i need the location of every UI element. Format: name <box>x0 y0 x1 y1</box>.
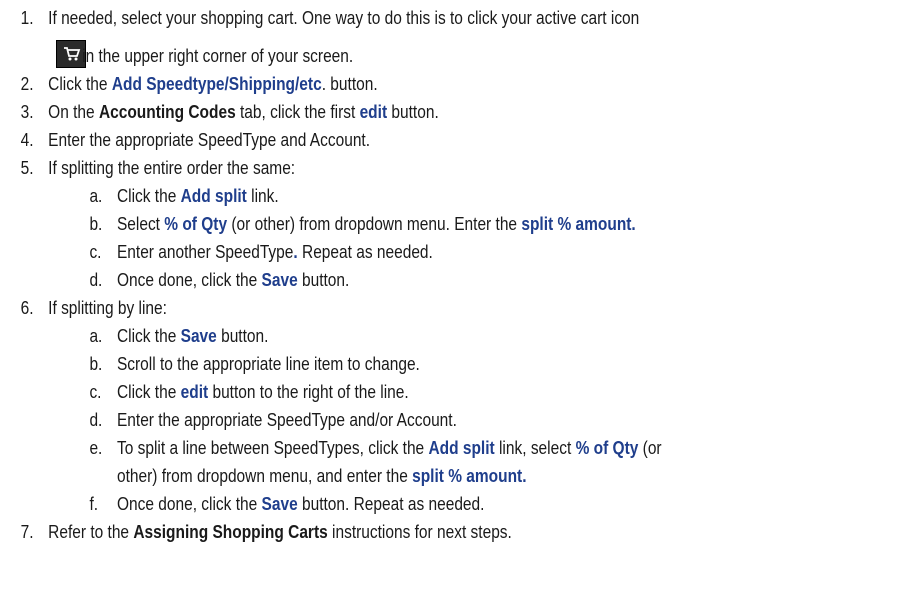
save-button-label: Save <box>261 270 298 290</box>
substep-text: Select % of Qty (or other) from dropdown… <box>116 214 636 234</box>
save-button-label: Save <box>261 494 298 514</box>
step-number: 4. <box>20 130 34 150</box>
edit-button-label: edit <box>180 382 209 402</box>
step-number: 6. <box>20 298 34 318</box>
substep-text: other) from dropdown menu, and enter the… <box>116 466 527 486</box>
substep-text: Enter the appropriate SpeedType and/or A… <box>116 410 457 430</box>
substep-letter: d. <box>89 410 103 430</box>
substep-letter: b. <box>89 214 103 234</box>
substep-text: Enter another SpeedType. Repeat as neede… <box>116 242 433 262</box>
assigning-shopping-carts-label: Assigning Shopping Carts <box>133 522 328 542</box>
instructions-document: 1. If needed, select your shopping cart.… <box>0 0 907 593</box>
step-number: 5. <box>20 158 34 178</box>
pct-of-qty-label: % of Qty <box>575 438 639 458</box>
step-number: 7. <box>20 522 34 542</box>
pct-of-qty-label: % of Qty <box>164 214 228 234</box>
step-text: Enter the appropriate SpeedType and Acco… <box>48 130 371 150</box>
step-text: in the upper right corner of your screen… <box>82 46 354 66</box>
add-split-link-label: Add split <box>180 186 247 206</box>
substep-text: Click the edit button to the right of th… <box>116 382 409 402</box>
step-text: If splitting the entire order the same: <box>48 158 296 178</box>
substep-letter: f. <box>89 494 99 514</box>
add-split-link-label: Add split <box>428 438 495 458</box>
save-button-label: Save <box>180 326 217 346</box>
substep-text: Click the Save button. <box>116 326 269 346</box>
substep-letter: b. <box>89 354 103 374</box>
step-number: 1. <box>20 8 34 28</box>
substep-text: To split a line between SpeedTypes, clic… <box>116 438 662 458</box>
substep-letter: e. <box>89 438 103 458</box>
substep-text: Scroll to the appropriate line item to c… <box>116 354 420 374</box>
substep-letter: a. <box>89 186 103 206</box>
substep-letter: c. <box>89 242 102 262</box>
step-text: If splitting by line: <box>48 298 167 318</box>
step-text: On the Accounting Codes tab, click the f… <box>48 102 439 122</box>
add-speedtype-button-label: Add Speedtype/Shipping/etc <box>111 74 322 94</box>
step-number: 2. <box>20 74 34 94</box>
substep-letter: d. <box>89 270 103 290</box>
accounting-codes-tab-label: Accounting Codes <box>98 102 236 122</box>
substep-text: Once done, click the Save button. Repeat… <box>116 494 485 514</box>
substep-text: Click the Add split link. <box>116 186 279 206</box>
step-number: 3. <box>20 102 34 122</box>
substep-letter: a. <box>89 326 103 346</box>
substep-letter: c. <box>89 382 102 402</box>
step-text: Click the Add Speedtype/Shipping/etc. bu… <box>48 74 378 94</box>
substep-text: Once done, click the Save button. <box>116 270 350 290</box>
step-text: Refer to the Assigning Shopping Carts in… <box>48 522 512 542</box>
edit-button-label: edit <box>359 102 388 122</box>
step-text: If needed, select your shopping cart. On… <box>48 8 640 28</box>
split-amount-label: split % amount. <box>521 214 636 234</box>
split-amount-label: split % amount. <box>412 466 527 486</box>
